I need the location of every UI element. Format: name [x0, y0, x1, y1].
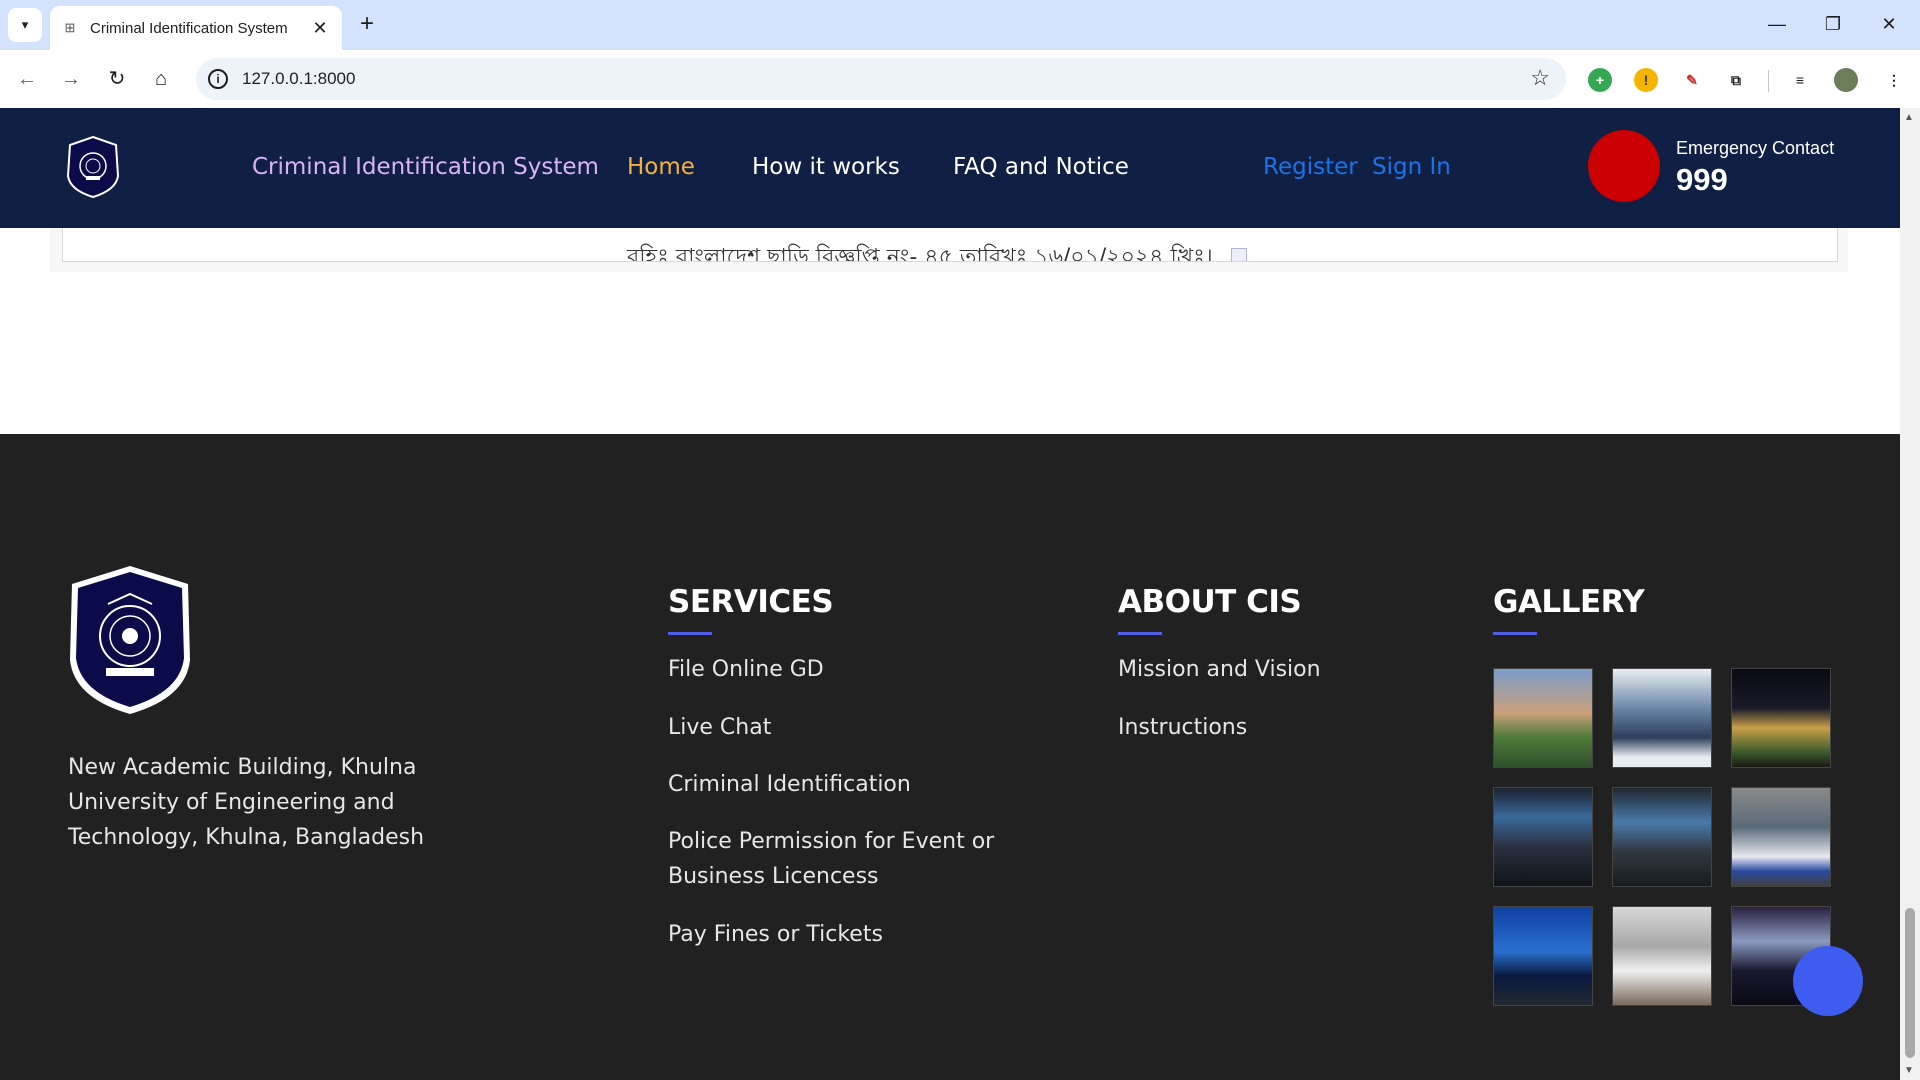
notice-text[interactable]: বহিঃ বাংলাদেশ ছাড়ি বিজ্ঞপ্তি নং- ৪৫ তার…: [627, 245, 1213, 261]
bookmark-star-icon[interactable]: ☆: [1530, 65, 1550, 91]
scroll-up-icon[interactable]: ▲: [1904, 112, 1914, 123]
browser-menu-icon[interactable]: ⋮: [1882, 68, 1906, 92]
toolbar-divider: [1768, 70, 1769, 92]
gallery-image[interactable]: [1493, 787, 1593, 887]
extension-pay-icon[interactable]: !: [1634, 68, 1658, 92]
gallery-underline: [1493, 632, 1537, 635]
scroll-down-icon[interactable]: ▼: [1904, 1065, 1914, 1076]
police-badge-logo[interactable]: [66, 136, 120, 198]
gallery-heading: GALLERY: [1493, 584, 1645, 620]
page-scrollbar[interactable]: ▲ ▼: [1900, 108, 1920, 1080]
about-heading: ABOUT CIS: [1118, 584, 1302, 620]
register-link[interactable]: Register: [1263, 154, 1358, 180]
chat-button[interactable]: [1793, 946, 1863, 1016]
notice-box: বহিঃ বাংলাদেশ ছাড়ি বিজ্ঞপ্তি নং- ৪৫ তার…: [62, 228, 1838, 262]
site-header: Criminal Identification System Home How …: [0, 108, 1900, 228]
services-underline: [668, 632, 712, 635]
gallery-image[interactable]: [1612, 668, 1712, 768]
emergency-number[interactable]: 999: [1676, 162, 1728, 198]
extension-plus-icon[interactable]: +: [1588, 68, 1612, 92]
restore-icon[interactable]: ❐: [1808, 10, 1858, 40]
nav-how-it-works[interactable]: How it works: [752, 154, 900, 180]
url-text[interactable]: 127.0.0.1:8000: [242, 69, 355, 89]
close-window-icon[interactable]: ✕: [1864, 10, 1914, 40]
service-link-police-permission[interactable]: Police Permission for Event or Business …: [668, 824, 1088, 894]
tab-search-button[interactable]: ▾: [8, 8, 42, 42]
services-heading: SERVICES: [668, 584, 834, 620]
gallery-image[interactable]: [1493, 906, 1593, 1006]
sign-in-link[interactable]: Sign In: [1372, 154, 1451, 180]
gallery-image[interactable]: [1731, 668, 1831, 768]
site-info-icon[interactable]: i: [208, 69, 228, 89]
footer-address: New Academic Building, Khulna University…: [68, 755, 425, 850]
extension-pen-icon[interactable]: ✎: [1680, 68, 1704, 92]
scrollbar-thumb[interactable]: [1905, 908, 1915, 1058]
chevron-down-icon: ▾: [21, 17, 29, 32]
address-bar[interactable]: i 127.0.0.1:8000 ☆: [196, 58, 1566, 100]
tab-title: Criminal Identification System: [90, 19, 288, 37]
about-underline: [1118, 632, 1162, 635]
page-viewport: Criminal Identification System Home How …: [0, 108, 1900, 1080]
reload-icon[interactable]: ↻: [102, 64, 132, 94]
media-control-icon[interactable]: ≡: [1788, 68, 1812, 92]
emergency-indicator: [1588, 130, 1660, 202]
notice-item[interactable]: বহিঃ বাংলাদেশ ছাড়ি বিজ্ঞপ্তি নং- ৪৫ তার…: [627, 240, 1247, 261]
police-emblem-logo: [70, 566, 190, 714]
tab-close-icon[interactable]: ✕: [310, 18, 330, 39]
browser-tab-bar: ▾ ⊞ Criminal Identification System ✕ + —…: [0, 0, 1920, 50]
service-link-live-chat[interactable]: Live Chat: [668, 710, 771, 745]
gallery-image[interactable]: [1612, 787, 1712, 887]
site-footer: New Academic Building, Khulna University…: [0, 434, 1900, 1080]
home-icon[interactable]: ⌂: [146, 64, 176, 94]
profile-avatar[interactable]: [1834, 68, 1858, 92]
nav-home[interactable]: Home: [627, 154, 695, 180]
service-link-pay-fines[interactable]: Pay Fines or Tickets: [668, 917, 883, 952]
site-title[interactable]: Criminal Identification System: [252, 154, 599, 180]
gallery-image[interactable]: [1493, 668, 1593, 768]
gallery-image[interactable]: [1612, 906, 1712, 1006]
back-icon[interactable]: ←: [12, 64, 42, 94]
document-icon[interactable]: [1230, 248, 1247, 261]
about-link-instructions[interactable]: Instructions: [1118, 710, 1247, 745]
minimize-icon[interactable]: —: [1752, 10, 1802, 40]
nav-faq-notice[interactable]: FAQ and Notice: [953, 154, 1129, 180]
emergency-label: Emergency Contact: [1676, 138, 1835, 158]
browser-toolbar: ← → ↻ ⌂ i 127.0.0.1:8000 ☆ + ! ✎ ⧉ ≡ ⋮: [0, 50, 1920, 108]
about-link-mission[interactable]: Mission and Vision: [1118, 652, 1321, 687]
forward-icon[interactable]: →: [56, 64, 86, 94]
service-link-file-gd[interactable]: File Online GD: [668, 652, 824, 687]
service-link-criminal-identification[interactable]: Criminal Identification: [668, 767, 911, 802]
page-favicon-icon: ⊞: [64, 20, 76, 35]
browser-tab[interactable]: ⊞ Criminal Identification System ✕: [50, 6, 342, 50]
gallery-image[interactable]: [1731, 787, 1831, 887]
new-tab-button[interactable]: +: [352, 10, 382, 40]
extensions-puzzle-icon[interactable]: ⧉: [1724, 68, 1748, 92]
